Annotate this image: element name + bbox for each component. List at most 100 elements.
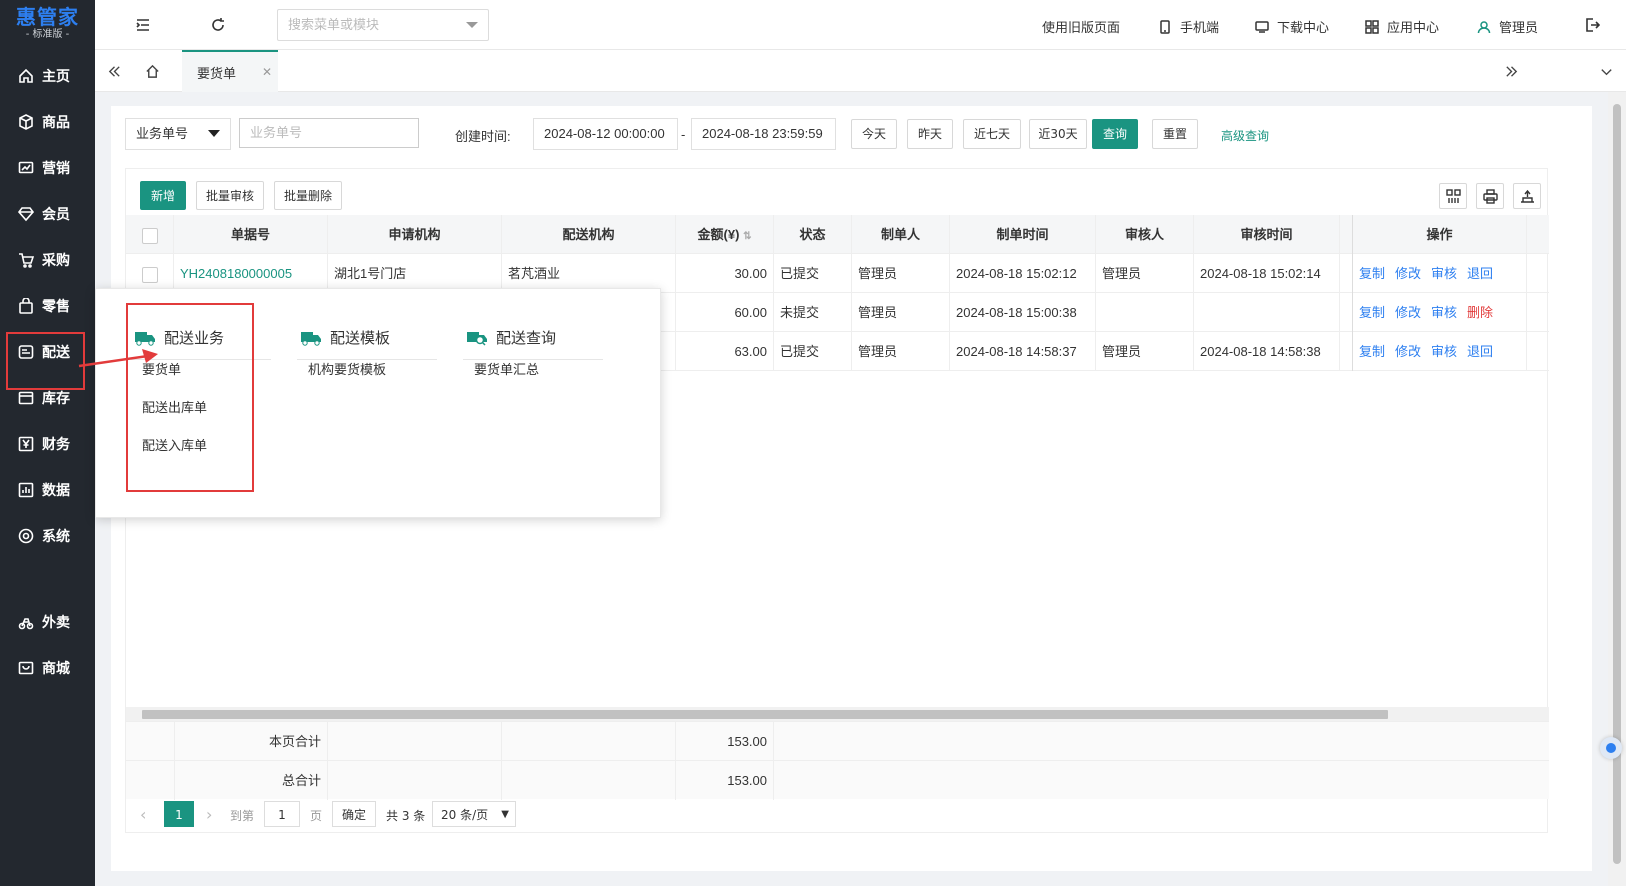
edit-link[interactable]: 修改 bbox=[1395, 344, 1421, 359]
menu-toggle-button[interactable] bbox=[131, 13, 155, 37]
menu-item-org-requisition-template[interactable]: 机构要货模板 bbox=[308, 359, 386, 378]
sidebar-item-label: 系统 bbox=[42, 529, 70, 545]
query-button[interactable]: 查询 bbox=[1092, 119, 1138, 149]
sidebar-item-home[interactable]: 主页 bbox=[0, 60, 95, 92]
col-amount[interactable]: 金额(¥) ⇅ bbox=[676, 215, 774, 254]
return-link[interactable]: 退回 bbox=[1467, 266, 1493, 281]
close-icon[interactable]: ✕ bbox=[262, 65, 272, 79]
user-label: 管理员 bbox=[1499, 21, 1539, 36]
query-field-select[interactable]: 业务单号 bbox=[125, 118, 231, 150]
date-from-input[interactable]: 2024-08-12 00:00:00 bbox=[533, 118, 678, 150]
audit-link[interactable]: 审核 bbox=[1431, 266, 1457, 281]
ops-cell: 复制 修改 审核 删除 bbox=[1352, 293, 1527, 332]
home-tab[interactable] bbox=[141, 60, 163, 82]
download-center-link[interactable]: 下载中心 bbox=[1255, 17, 1329, 36]
audit-link[interactable]: 审核 bbox=[1431, 305, 1457, 320]
tab-requisition[interactable]: 要货单 ✕ bbox=[182, 50, 278, 92]
sidebar-item-mall[interactable]: 商城 bbox=[0, 652, 95, 684]
batch-delete-button[interactable]: 批量删除 bbox=[274, 181, 342, 210]
today-button[interactable]: 今天 bbox=[851, 119, 897, 149]
sidebar-item-purchase[interactable]: 采购 bbox=[0, 244, 95, 276]
advanced-query-link[interactable]: 高级查询 bbox=[1221, 127, 1269, 144]
data-icon bbox=[18, 482, 34, 498]
refresh-icon bbox=[212, 18, 224, 31]
tabs-menu-button[interactable] bbox=[1595, 60, 1617, 82]
tabs-scroll-right-button[interactable] bbox=[1500, 60, 1522, 82]
refresh-button[interactable] bbox=[206, 13, 230, 37]
sidebar-item-data[interactable]: 数据 bbox=[0, 474, 95, 506]
page-size-select[interactable]: 20 条/页 ▼ bbox=[432, 801, 516, 827]
select-all-checkbox[interactable] bbox=[141, 227, 158, 244]
scrollbar-thumb[interactable] bbox=[142, 710, 1388, 719]
sidebar-item-goods[interactable]: 商品 bbox=[0, 106, 95, 138]
print-button[interactable] bbox=[1476, 183, 1504, 209]
chart-icon bbox=[18, 160, 34, 176]
add-button[interactable]: 新增 bbox=[140, 181, 186, 210]
export-button[interactable] bbox=[1513, 183, 1541, 209]
col-applicant: 申请机构 bbox=[328, 215, 502, 254]
sort-icon[interactable]: ⇅ bbox=[743, 231, 751, 242]
col-distributor: 配送机构 bbox=[502, 215, 676, 254]
prev-page-icon[interactable]: ‹ bbox=[140, 805, 146, 824]
select-all-cell[interactable] bbox=[126, 215, 174, 254]
logo[interactable]: 惠管家 - 标准版 - bbox=[0, 0, 95, 46]
apps-grid-icon bbox=[1365, 19, 1379, 34]
sidebar-item-retail[interactable]: 零售 bbox=[0, 290, 95, 322]
batch-audit-button[interactable]: 批量审核 bbox=[196, 181, 264, 210]
menu-group-title: 配送查询 bbox=[496, 329, 557, 347]
old-version-label: 使用旧版页面 bbox=[1042, 21, 1121, 36]
grand-total-row: 总合计 153.00 bbox=[126, 760, 1549, 800]
sidebar-item-system[interactable]: 系统 bbox=[0, 520, 95, 552]
audit-link[interactable]: 审核 bbox=[1431, 344, 1457, 359]
delete-link[interactable]: 删除 bbox=[1467, 305, 1493, 320]
page-unit-label: 页 bbox=[310, 809, 323, 823]
empty-cell bbox=[502, 761, 676, 800]
copy-link[interactable]: 复制 bbox=[1359, 344, 1385, 359]
floating-assistant-button[interactable] bbox=[1600, 737, 1622, 759]
page-number-current[interactable]: 1 bbox=[164, 801, 194, 827]
user-menu[interactable]: 管理员 bbox=[1477, 17, 1538, 36]
created-at-cell: 2024-08-18 14:58:37 bbox=[950, 332, 1096, 371]
highlight-box-menu bbox=[126, 303, 254, 492]
return-link[interactable]: 退回 bbox=[1467, 344, 1493, 359]
horizontal-scrollbar[interactable] bbox=[126, 707, 1549, 721]
edit-link[interactable]: 修改 bbox=[1395, 266, 1421, 281]
auditor-cell: 管理员 bbox=[1096, 332, 1194, 371]
tabs-scroll-left-button[interactable] bbox=[103, 60, 125, 82]
copy-link[interactable]: 复制 bbox=[1359, 305, 1385, 320]
sidebar-item-member[interactable]: 会员 bbox=[0, 198, 95, 230]
date-to-input[interactable]: 2024-08-18 23:59:59 bbox=[691, 118, 836, 150]
sidebar-item-takeout[interactable]: 外卖 bbox=[0, 606, 95, 638]
order-no-placeholder: 业务单号 bbox=[250, 125, 303, 140]
sidebar-item-finance[interactable]: 财务 bbox=[0, 428, 95, 460]
old-version-link[interactable]: 使用旧版页面 bbox=[1042, 17, 1120, 36]
page-total-label: 本页合计 bbox=[174, 722, 328, 761]
logout-button[interactable] bbox=[1580, 13, 1604, 37]
row-checkbox[interactable] bbox=[141, 266, 158, 283]
sidebar-item-label: 主页 bbox=[42, 69, 70, 85]
printer-icon bbox=[1482, 188, 1498, 204]
sidebar-item-marketing[interactable]: 营销 bbox=[0, 152, 95, 184]
menu-search-input[interactable]: 搜索菜单或模块 bbox=[277, 9, 489, 41]
menu-item-requisition-summary[interactable]: 要货单汇总 bbox=[474, 359, 539, 378]
col-ops: 操作 bbox=[1352, 215, 1527, 254]
last-7-days-button[interactable]: 近七天 bbox=[963, 119, 1021, 149]
app-center-link[interactable]: 应用中心 bbox=[1365, 17, 1439, 36]
reset-button[interactable]: 重置 bbox=[1152, 119, 1198, 149]
next-page-icon[interactable]: › bbox=[206, 805, 212, 824]
copy-link[interactable]: 复制 bbox=[1359, 266, 1385, 281]
columns-button[interactable] bbox=[1439, 183, 1467, 209]
mobile-label: 手机端 bbox=[1180, 21, 1220, 36]
edit-link[interactable]: 修改 bbox=[1395, 305, 1421, 320]
bike-icon bbox=[18, 614, 34, 630]
goto-confirm-button[interactable]: 确定 bbox=[332, 801, 376, 827]
sidebar-item-label: 采购 bbox=[42, 253, 70, 269]
mobile-link[interactable]: 手机端 bbox=[1158, 17, 1219, 36]
yesterday-button[interactable]: 昨天 bbox=[907, 119, 953, 149]
order-no-input[interactable]: 业务单号 bbox=[239, 118, 419, 148]
grid-icon bbox=[1445, 188, 1461, 203]
last-30-days-button[interactable]: 近30天 bbox=[1029, 119, 1087, 149]
cart-icon bbox=[18, 252, 34, 268]
page-vertical-scrollbar[interactable] bbox=[1608, 92, 1626, 886]
goto-page-input[interactable]: 1 bbox=[264, 801, 300, 827]
